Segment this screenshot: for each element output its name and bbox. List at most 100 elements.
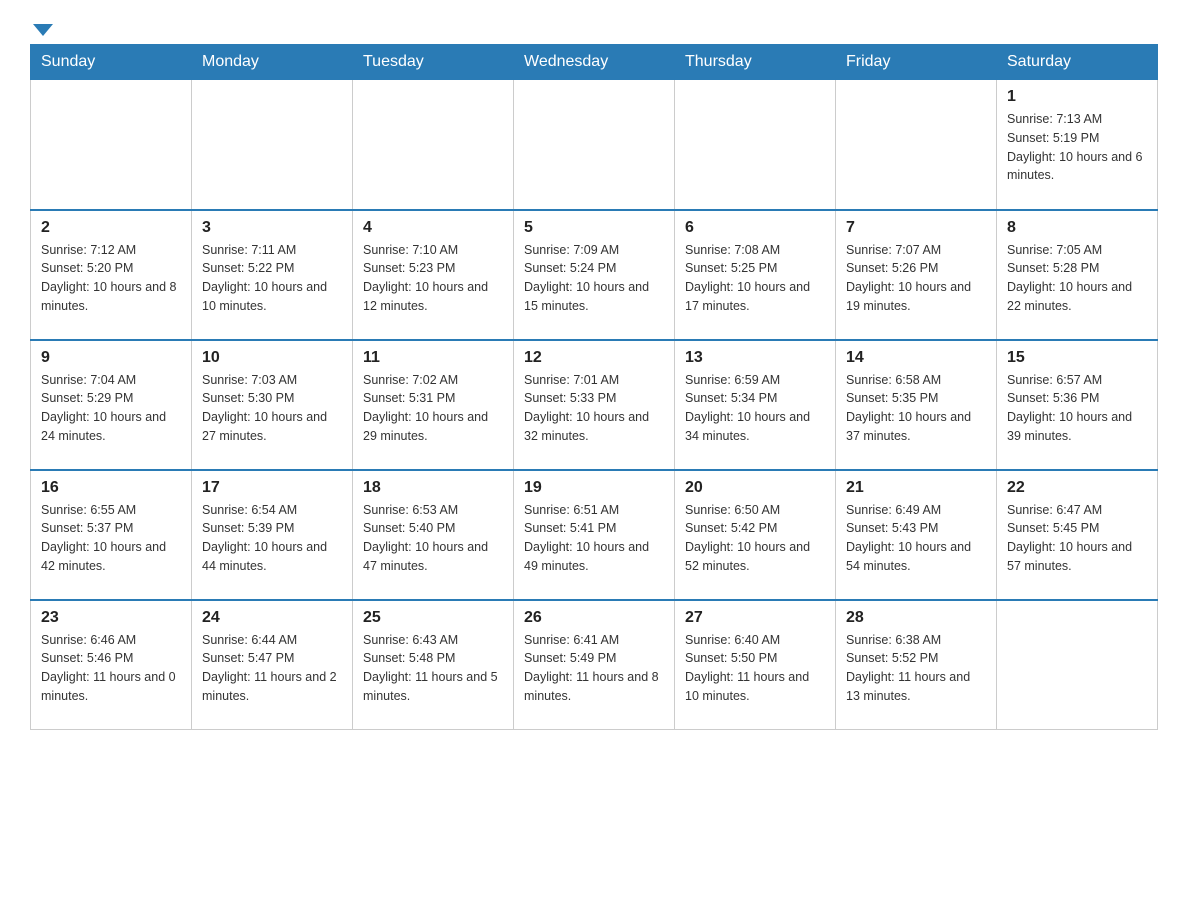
day-info: Sunrise: 7:07 AMSunset: 5:26 PMDaylight:…: [846, 241, 986, 316]
day-info: Sunrise: 7:01 AMSunset: 5:33 PMDaylight:…: [524, 371, 664, 446]
day-info: Sunrise: 7:09 AMSunset: 5:24 PMDaylight:…: [524, 241, 664, 316]
calendar-day-cell: [192, 80, 353, 210]
calendar-day-cell: 20 Sunrise: 6:50 AMSunset: 5:42 PMDayligh…: [675, 470, 836, 600]
day-number: 7: [846, 219, 986, 237]
calendar-day-cell: [997, 600, 1158, 730]
calendar-day-cell: [514, 80, 675, 210]
day-number: 18: [363, 479, 503, 497]
day-number: 11: [363, 349, 503, 367]
day-info: Sunrise: 6:44 AMSunset: 5:47 PMDaylight:…: [202, 631, 342, 706]
day-number: 21: [846, 479, 986, 497]
day-number: 4: [363, 219, 503, 237]
calendar-day-cell: 5 Sunrise: 7:09 AMSunset: 5:24 PMDaylight…: [514, 210, 675, 340]
day-number: 15: [1007, 349, 1147, 367]
column-header-monday: Monday: [192, 45, 353, 80]
day-number: 25: [363, 609, 503, 627]
day-number: 13: [685, 349, 825, 367]
calendar-day-cell: 14 Sunrise: 6:58 AMSunset: 5:35 PMDayligh…: [836, 340, 997, 470]
day-info: Sunrise: 6:38 AMSunset: 5:52 PMDaylight:…: [846, 631, 986, 706]
day-number: 27: [685, 609, 825, 627]
calendar-day-cell: [675, 80, 836, 210]
day-number: 9: [41, 349, 181, 367]
day-info: Sunrise: 6:46 AMSunset: 5:46 PMDaylight:…: [41, 631, 181, 706]
calendar-day-cell: 28Sunrise: 6:38 AMSunset: 5:52 PMDayligh…: [836, 600, 997, 730]
day-info: Sunrise: 7:13 AMSunset: 5:19 PMDaylight:…: [1007, 110, 1147, 185]
day-info: Sunrise: 7:02 AMSunset: 5:31 PMDaylight:…: [363, 371, 503, 446]
calendar-day-cell: 25 Sunrise: 6:43 AMSunset: 5:48 PMDayligh…: [353, 600, 514, 730]
day-info: Sunrise: 6:43 AMSunset: 5:48 PMDaylight:…: [363, 631, 503, 706]
day-info: Sunrise: 6:47 AMSunset: 5:45 PMDaylight:…: [1007, 501, 1147, 576]
calendar-day-cell: 26Sunrise: 6:41 AMSunset: 5:49 PMDayligh…: [514, 600, 675, 730]
day-number: 12: [524, 349, 664, 367]
calendar-week-row: 23 Sunrise: 6:46 AMSunset: 5:46 PMDayligh…: [31, 600, 1158, 730]
calendar-day-cell: 1 Sunrise: 7:13 AMSunset: 5:19 PMDaylight…: [997, 80, 1158, 210]
day-info: Sunrise: 6:58 AMSunset: 5:35 PMDaylight:…: [846, 371, 986, 446]
day-number: 2: [41, 219, 181, 237]
calendar-table: SundayMondayTuesdayWednesdayThursdayFrid…: [30, 44, 1158, 730]
day-info: Sunrise: 6:50 AMSunset: 5:42 PMDaylight:…: [685, 501, 825, 576]
calendar-day-cell: 21 Sunrise: 6:49 AMSunset: 5:43 PMDayligh…: [836, 470, 997, 600]
day-number: 20: [685, 479, 825, 497]
calendar-day-cell: [836, 80, 997, 210]
day-number: 1: [1007, 88, 1147, 106]
calendar-day-cell: 3 Sunrise: 7:11 AMSunset: 5:22 PMDaylight…: [192, 210, 353, 340]
day-info: Sunrise: 7:11 AMSunset: 5:22 PMDaylight:…: [202, 241, 342, 316]
day-number: 22: [1007, 479, 1147, 497]
day-number: 6: [685, 219, 825, 237]
day-number: 16: [41, 479, 181, 497]
calendar-week-row: 9 Sunrise: 7:04 AMSunset: 5:29 PMDaylight…: [31, 340, 1158, 470]
day-number: 14: [846, 349, 986, 367]
day-info: Sunrise: 7:10 AMSunset: 5:23 PMDaylight:…: [363, 241, 503, 316]
calendar-day-cell: 8 Sunrise: 7:05 AMSunset: 5:28 PMDaylight…: [997, 210, 1158, 340]
calendar-day-cell: 9 Sunrise: 7:04 AMSunset: 5:29 PMDaylight…: [31, 340, 192, 470]
day-number: 5: [524, 219, 664, 237]
page-header: [30, 20, 1158, 34]
calendar-day-cell: 23 Sunrise: 6:46 AMSunset: 5:46 PMDayligh…: [31, 600, 192, 730]
day-info: Sunrise: 6:41 AMSunset: 5:49 PMDaylight:…: [524, 631, 664, 706]
calendar-day-cell: 27 Sunrise: 6:40 AMSunset: 5:50 PMDayligh…: [675, 600, 836, 730]
day-info: Sunrise: 6:59 AMSunset: 5:34 PMDaylight:…: [685, 371, 825, 446]
logo-general: [30, 20, 53, 36]
calendar-day-cell: 4 Sunrise: 7:10 AMSunset: 5:23 PMDaylight…: [353, 210, 514, 340]
day-number: 23: [41, 609, 181, 627]
day-info: Sunrise: 6:57 AMSunset: 5:36 PMDaylight:…: [1007, 371, 1147, 446]
logo: [30, 20, 53, 34]
day-number: 10: [202, 349, 342, 367]
day-info: Sunrise: 7:04 AMSunset: 5:29 PMDaylight:…: [41, 371, 181, 446]
day-info: Sunrise: 7:05 AMSunset: 5:28 PMDaylight:…: [1007, 241, 1147, 316]
day-info: Sunrise: 6:51 AMSunset: 5:41 PMDaylight:…: [524, 501, 664, 576]
calendar-day-cell: 2 Sunrise: 7:12 AMSunset: 5:20 PMDaylight…: [31, 210, 192, 340]
day-info: Sunrise: 7:12 AMSunset: 5:20 PMDaylight:…: [41, 241, 181, 316]
calendar-day-cell: 7 Sunrise: 7:07 AMSunset: 5:26 PMDaylight…: [836, 210, 997, 340]
calendar-week-row: 1 Sunrise: 7:13 AMSunset: 5:19 PMDaylight…: [31, 80, 1158, 210]
calendar-day-cell: 6 Sunrise: 7:08 AMSunset: 5:25 PMDaylight…: [675, 210, 836, 340]
day-number: 17: [202, 479, 342, 497]
calendar-day-cell: 17 Sunrise: 6:54 AMSunset: 5:39 PMDayligh…: [192, 470, 353, 600]
day-number: 19: [524, 479, 664, 497]
column-header-tuesday: Tuesday: [353, 45, 514, 80]
column-header-friday: Friday: [836, 45, 997, 80]
day-info: Sunrise: 7:08 AMSunset: 5:25 PMDaylight:…: [685, 241, 825, 316]
calendar-day-cell: 22 Sunrise: 6:47 AMSunset: 5:45 PMDayligh…: [997, 470, 1158, 600]
calendar-day-cell: 11 Sunrise: 7:02 AMSunset: 5:31 PMDayligh…: [353, 340, 514, 470]
day-number: 3: [202, 219, 342, 237]
day-info: Sunrise: 6:54 AMSunset: 5:39 PMDaylight:…: [202, 501, 342, 576]
calendar-day-cell: 10Sunrise: 7:03 AMSunset: 5:30 PMDayligh…: [192, 340, 353, 470]
calendar-day-cell: 19 Sunrise: 6:51 AMSunset: 5:41 PMDayligh…: [514, 470, 675, 600]
calendar-day-cell: 15 Sunrise: 6:57 AMSunset: 5:36 PMDayligh…: [997, 340, 1158, 470]
day-info: Sunrise: 6:49 AMSunset: 5:43 PMDaylight:…: [846, 501, 986, 576]
calendar-header-row: SundayMondayTuesdayWednesdayThursdayFrid…: [31, 45, 1158, 80]
column-header-saturday: Saturday: [997, 45, 1158, 80]
logo-arrow-icon: [33, 24, 53, 36]
day-info: Sunrise: 6:40 AMSunset: 5:50 PMDaylight:…: [685, 631, 825, 706]
day-number: 24: [202, 609, 342, 627]
calendar-day-cell: [31, 80, 192, 210]
calendar-day-cell: 12 Sunrise: 7:01 AMSunset: 5:33 PMDayligh…: [514, 340, 675, 470]
calendar-week-row: 16Sunrise: 6:55 AMSunset: 5:37 PMDayligh…: [31, 470, 1158, 600]
column-header-sunday: Sunday: [31, 45, 192, 80]
calendar-day-cell: [353, 80, 514, 210]
calendar-week-row: 2 Sunrise: 7:12 AMSunset: 5:20 PMDaylight…: [31, 210, 1158, 340]
calendar-day-cell: 16Sunrise: 6:55 AMSunset: 5:37 PMDayligh…: [31, 470, 192, 600]
calendar-day-cell: 24 Sunrise: 6:44 AMSunset: 5:47 PMDayligh…: [192, 600, 353, 730]
day-number: 8: [1007, 219, 1147, 237]
